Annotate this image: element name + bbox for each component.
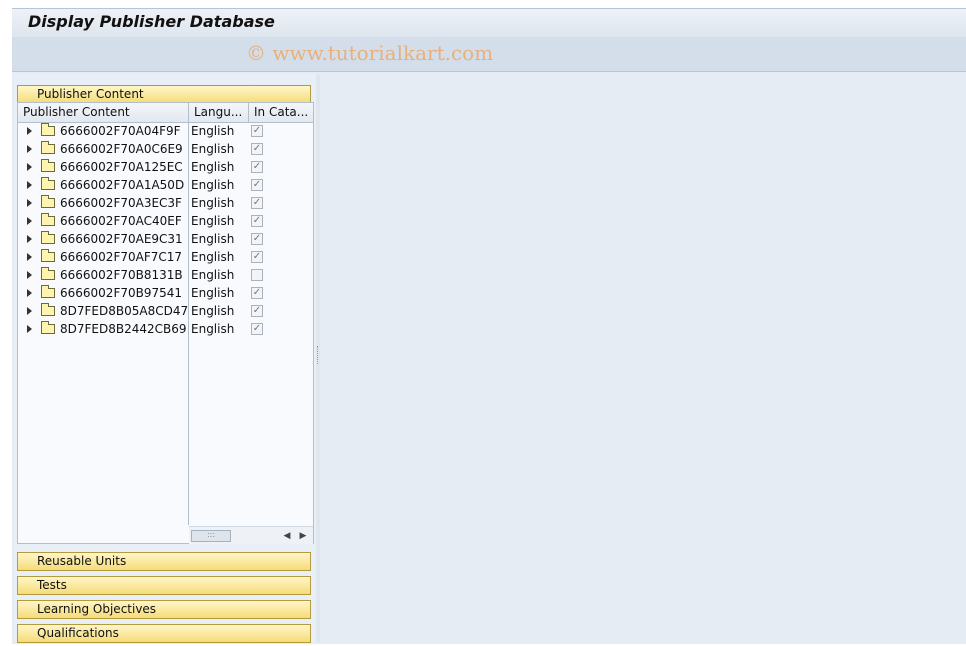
folder-icon — [41, 177, 55, 190]
in-catalog-checkbox: ✓ — [251, 251, 263, 263]
tree-row-name[interactable]: 6666002F70A125EC — [60, 160, 183, 174]
tree-row-language: English — [191, 124, 235, 138]
tree-row[interactable]: 6666002F70AC40EF English ✓ — [18, 213, 313, 231]
tree-row-language: English — [191, 196, 235, 210]
tree-row-language: English — [191, 178, 235, 192]
learning-objectives-panel-button[interactable]: Learning Objectives — [17, 600, 311, 619]
tree-row-name[interactable]: 6666002F70A3EC3F — [60, 196, 182, 210]
tree-row-language: English — [191, 304, 235, 318]
scrollbar-thumb[interactable]: ::: — [191, 530, 231, 542]
tree-header: Publisher Content Langu... In Cata... — [18, 103, 313, 123]
title-bar: Display Publisher Database — [12, 8, 966, 37]
tree-row-name[interactable]: 6666002F70AF7C17 — [60, 250, 182, 264]
tree-row-name[interactable]: 6666002F70A0C6E9 — [60, 142, 183, 156]
tree-row-language: English — [191, 268, 235, 282]
tree-row[interactable]: 6666002F70B8131B English — [18, 267, 313, 285]
folder-icon — [41, 303, 55, 316]
tree-row-language: English — [191, 250, 235, 264]
tree-row[interactable]: 6666002F70A125EC English ✓ — [18, 159, 313, 177]
folder-icon — [41, 123, 55, 136]
expand-arrow-icon[interactable] — [27, 181, 32, 189]
scroll-left-icon[interactable]: ◀ — [281, 530, 293, 542]
tree-row-name[interactable]: 6666002F70A04F9F — [60, 124, 181, 138]
expand-arrow-icon[interactable] — [27, 217, 32, 225]
folder-icon — [41, 321, 55, 334]
expand-arrow-icon[interactable] — [27, 127, 32, 135]
column-header-publisher-content[interactable]: Publisher Content — [18, 103, 189, 122]
in-catalog-checkbox: ✓ — [251, 125, 263, 137]
in-catalog-checkbox: ✓ — [251, 161, 263, 173]
tree-row[interactable]: 6666002F70A3EC3F English ✓ — [18, 195, 313, 213]
tree-row-name[interactable]: 6666002F70A1A50D — [60, 178, 184, 192]
tree-row[interactable]: 6666002F70B97541 English ✓ — [18, 285, 313, 303]
expand-arrow-icon[interactable] — [27, 271, 32, 279]
qualifications-panel-button[interactable]: Qualifications — [17, 624, 311, 643]
in-catalog-checkbox: ✓ — [251, 233, 263, 245]
tree-row-language: English — [191, 214, 235, 228]
tree-row-name[interactable]: 8D7FED8B2442CB69 — [60, 322, 187, 336]
tree-row-language: English — [191, 286, 235, 300]
folder-icon — [41, 195, 55, 208]
in-catalog-checkbox: ✓ — [251, 323, 263, 335]
tree-row-language: English — [191, 142, 235, 156]
folder-icon — [41, 213, 55, 226]
tree-row[interactable]: 6666002F70A1A50D English ✓ — [18, 177, 313, 195]
folder-icon — [41, 231, 55, 244]
navigation-pane: Publisher Content Publisher Content Lang… — [14, 74, 316, 643]
in-catalog-checkbox: ✓ — [251, 143, 263, 155]
folder-icon — [41, 141, 55, 154]
tree-row[interactable]: 8D7FED8B05A8CD47 English ✓ — [18, 303, 313, 321]
folder-icon — [41, 159, 55, 172]
expand-arrow-icon[interactable] — [27, 253, 32, 261]
expand-arrow-icon[interactable] — [27, 163, 32, 171]
in-catalog-checkbox: ✓ — [251, 215, 263, 227]
reusable-units-panel-button[interactable]: Reusable Units — [17, 552, 311, 571]
horizontal-scrollbar[interactable]: ::: ◀ ▶ — [189, 526, 313, 544]
expand-arrow-icon[interactable] — [27, 199, 32, 207]
tree-row-name[interactable]: 6666002F70B97541 — [60, 286, 182, 300]
app-window: Display Publisher Database © www.tutoria… — [12, 8, 966, 644]
tree-row[interactable]: 6666002F70AF7C17 English ✓ — [18, 249, 313, 267]
in-catalog-checkbox: ✓ — [251, 197, 263, 209]
expand-arrow-icon[interactable] — [27, 145, 32, 153]
page-title: Display Publisher Database — [28, 12, 275, 31]
main-content: Publisher Content Publisher Content Lang… — [12, 72, 966, 644]
tree-row[interactable]: 6666002F70A04F9F English ✓ — [18, 123, 313, 141]
column-header-language[interactable]: Langu... — [189, 103, 249, 122]
tree-row[interactable]: 6666002F70AE9C31 English ✓ — [18, 231, 313, 249]
expand-arrow-icon[interactable] — [27, 235, 32, 243]
expand-arrow-icon[interactable] — [27, 307, 32, 315]
tree-row-language: English — [191, 232, 235, 246]
publisher-content-tree: Publisher Content Langu... In Cata... 66… — [17, 102, 314, 544]
tree-row-name[interactable]: 6666002F70B8131B — [60, 268, 183, 282]
in-catalog-checkbox — [251, 269, 263, 281]
folder-icon — [41, 249, 55, 262]
tree-row[interactable]: 6666002F70A0C6E9 English ✓ — [18, 141, 313, 159]
tree-row[interactable]: 8D7FED8B2442CB69 English ✓ — [18, 321, 313, 339]
folder-icon — [41, 285, 55, 298]
tree-row-name[interactable]: 8D7FED8B05A8CD47 — [60, 304, 188, 318]
folder-icon — [41, 267, 55, 280]
tests-panel-button[interactable]: Tests — [17, 576, 311, 595]
tree-row-language: English — [191, 160, 235, 174]
watermark: © www.tutorialkart.com — [246, 41, 494, 65]
tree-row-name[interactable]: 6666002F70AE9C31 — [60, 232, 183, 246]
in-catalog-checkbox: ✓ — [251, 305, 263, 317]
detail-pane — [320, 74, 964, 642]
application-toolbar: © www.tutorialkart.com — [12, 37, 966, 72]
expand-arrow-icon[interactable] — [27, 325, 32, 333]
scroll-right-icon[interactable]: ▶ — [297, 530, 309, 542]
tree-row-name[interactable]: 6666002F70AC40EF — [60, 214, 182, 228]
expand-arrow-icon[interactable] — [27, 289, 32, 297]
tree-row-language: English — [191, 322, 235, 336]
column-header-in-catalog[interactable]: In Cata... — [249, 103, 313, 122]
in-catalog-checkbox: ✓ — [251, 179, 263, 191]
in-catalog-checkbox: ✓ — [251, 287, 263, 299]
